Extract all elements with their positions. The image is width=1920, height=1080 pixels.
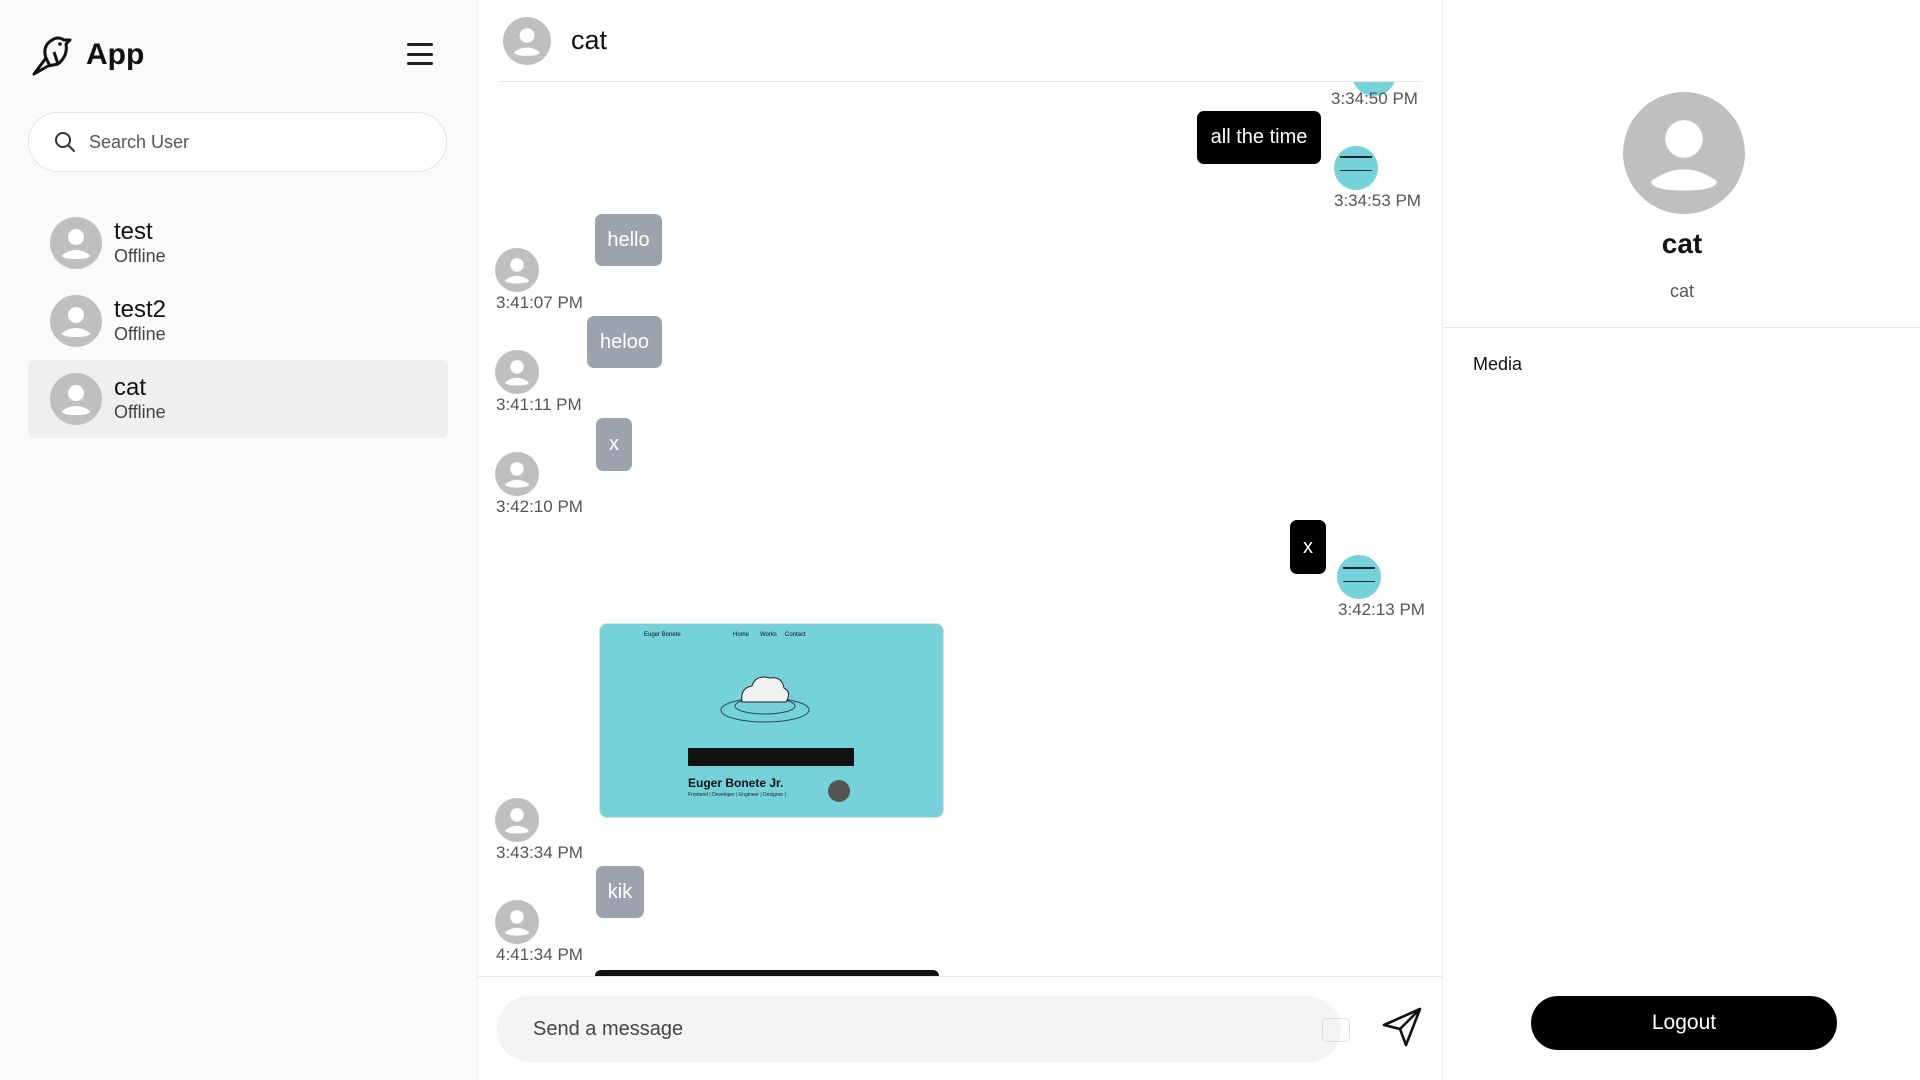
contact-item-test2[interactable]: test2 Offline [28,282,448,360]
user-avatar [1337,555,1381,599]
divider [1443,327,1920,328]
hamburger-menu-icon[interactable] [404,40,436,68]
avatar-icon [495,900,539,944]
image-brand: Euger Bonete [644,632,681,638]
contact-status: Offline [114,402,166,422]
profile-username: cat [1669,281,1694,301]
message-list[interactable]: 3:34:50 PM all the time 3:34:53 PM hello… [478,82,1442,976]
image-nav-works: Works [760,632,777,638]
contact-status: Offline [114,246,166,266]
image-title: Euger Bonete Jr. [688,776,784,790]
message-time: 4:41:34 PM [496,945,583,964]
contact-list: test Offline test2 Offline cat Offline [28,204,448,438]
chat-title: cat [571,25,608,55]
message-time: 3:41:11 PM [496,395,582,414]
message-bubble: all the time [1197,111,1321,164]
avatar-icon [495,350,539,394]
message-input-wrapper [497,996,1350,1062]
avatar-icon [495,248,539,292]
message-bubble: hello [595,214,662,266]
image-nav-contact: Contact [785,632,806,638]
avatar-icon [50,295,102,347]
message-time: 3:34:50 PM [1331,89,1418,108]
message-time: 3:41:07 PM [496,293,583,312]
bird-logo-icon [32,36,72,76]
message-composer [478,976,1442,1080]
avatar-icon [1623,92,1745,214]
message-time: 3:34:53 PM [1334,191,1421,210]
contact-status: Offline [114,324,166,344]
message-bubble: x [1290,520,1326,574]
profile-name: cat [1661,228,1703,259]
search-input[interactable] [89,131,419,153]
message-input[interactable] [533,1017,1273,1041]
attach-image-icon[interactable] [1322,1018,1350,1042]
image-subtitle: Frontend | Developer | Engineer | Design… [688,792,786,798]
search-box [28,112,447,172]
image-tagline-bar [688,748,854,766]
message-time: 3:43:34 PM [496,843,583,862]
avatar-icon [495,452,539,496]
contact-name: cat [114,374,147,401]
avatar-icon[interactable] [503,16,551,65]
profile-panel: cat cat Media Logout [1442,0,1920,1080]
user-avatar [1334,146,1378,190]
search-icon [55,132,75,152]
contact-name: test [114,218,153,245]
image-avatar-dot [828,780,850,802]
cloud-illustration [720,676,810,723]
message-time: 3:42:13 PM [1338,600,1425,619]
message-bubble: x [596,418,632,471]
avatar-icon [495,798,539,842]
send-plane-icon[interactable] [1380,1005,1424,1049]
avatar-icon [50,217,102,269]
chat-panel: cat 3:34:50 PM all the time 3:34:53 PM h… [478,0,1442,1080]
image-message[interactable]: Euger Bonete Home Works Contact Euger Bo… [599,623,944,818]
app-name: App [86,38,145,71]
brand[interactable]: App [28,32,144,78]
logout-button[interactable]: Logout [1531,996,1837,1050]
contact-item-test[interactable]: test Offline [28,204,448,282]
image-nav-home: Home [733,632,750,638]
contact-name: test2 [114,296,167,323]
message-time: 3:42:10 PM [496,497,583,516]
contact-item-cat[interactable]: cat Offline [28,360,448,438]
media-label: Media [1473,354,1523,374]
sidebar: App test Offline test2 Offline [0,0,478,1080]
message-bubble: heloo [587,316,662,368]
message-bubble: kik [596,866,644,918]
avatar-icon [50,373,102,425]
chat-header: cat [500,0,1422,82]
